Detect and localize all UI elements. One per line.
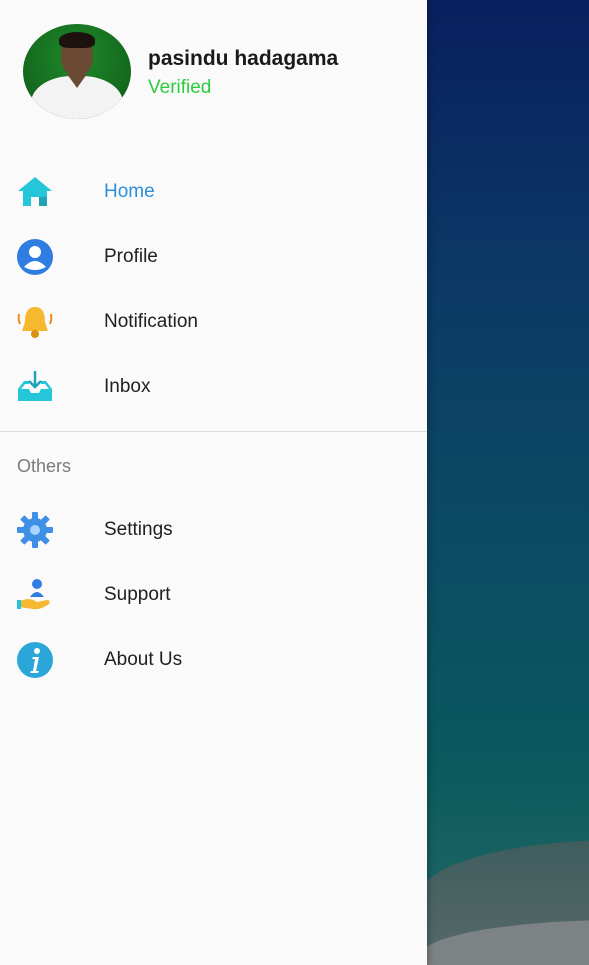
section-label-others: Others: [17, 456, 72, 476]
menu-item-about-us[interactable]: About Us: [0, 632, 427, 688]
menu-item-label: Settings: [104, 519, 173, 540]
divider: [0, 431, 427, 432]
menu-item-notification[interactable]: Notification: [0, 294, 427, 350]
menu-item-label: Profile: [104, 246, 158, 267]
bell-icon: [15, 302, 55, 342]
drawer-header: pasindu hadagama Verified: [0, 0, 427, 140]
menu-item-settings[interactable]: Settings: [0, 502, 427, 558]
support-icon: [15, 575, 55, 615]
home-icon: [15, 172, 55, 212]
avatar-hair: [59, 32, 95, 48]
avatar[interactable]: [23, 24, 131, 119]
menu-item-home[interactable]: Home: [0, 164, 427, 220]
gear-icon: [15, 510, 55, 550]
menu-item-label: Home: [104, 181, 155, 202]
menu-item-support[interactable]: Support: [0, 567, 427, 623]
profile-icon: [15, 237, 55, 277]
menu-item-label: Inbox: [104, 376, 151, 397]
menu-item-label: Notification: [104, 311, 198, 332]
menu-item-label: Support: [104, 584, 171, 605]
navigation-drawer: pasindu hadagama Verified Home Profile N…: [0, 0, 427, 965]
verified-status: Verified: [148, 77, 212, 98]
menu-item-inbox[interactable]: Inbox: [0, 359, 427, 415]
menu-item-profile[interactable]: Profile: [0, 229, 427, 285]
inbox-icon: [15, 367, 55, 407]
menu-item-label: About Us: [104, 649, 183, 670]
user-name: pasindu hadagama: [148, 47, 339, 70]
screen: pasindu hadagama Verified Home Profile N…: [0, 0, 589, 965]
info-icon: [15, 640, 55, 680]
